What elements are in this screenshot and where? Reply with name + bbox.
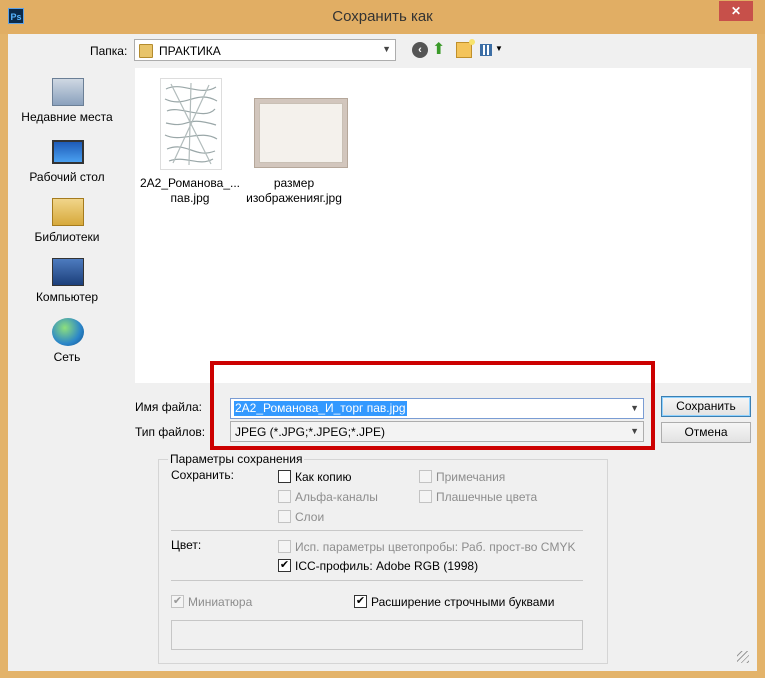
notes-label: Примечания (436, 470, 506, 484)
place-label: Недавние места (21, 110, 113, 124)
spot-colors-checkbox[interactable] (419, 490, 432, 503)
filetype-label: Тип файлов: (135, 425, 206, 439)
alpha-channels-label: Альфа-каналы (295, 490, 378, 504)
color-label: Цвет: (171, 538, 202, 552)
thumbnail-checkbox[interactable]: ✔ (171, 595, 184, 608)
warning-message-box (171, 620, 583, 650)
place-label: Сеть (53, 350, 81, 364)
place-label: Рабочий стол (29, 170, 105, 184)
thumbnail-label: Миниатюра (188, 595, 253, 609)
proof-setup-checkbox[interactable] (278, 540, 291, 553)
annotation-highlight-box (210, 361, 655, 450)
spot-colors-label: Плашечные цвета (436, 490, 538, 504)
resize-grip-icon[interactable] (737, 651, 749, 663)
folder-value: ПРАКТИКА (159, 44, 221, 58)
divider (171, 580, 583, 581)
dialog-body: Папка: ПРАКТИКА ▼ ‹ ⬆ ▼ Недавние места Р… (8, 34, 757, 671)
computer-icon (52, 258, 84, 286)
file-item[interactable]: размер изображенияг.jpg (239, 68, 349, 208)
up-folder-button[interactable]: ⬆ (432, 42, 448, 58)
lowercase-extension-label: Расширение строчными буквами (371, 595, 555, 609)
place-libraries[interactable]: Библиотеки (8, 192, 126, 248)
place-label: Компьютер (35, 290, 99, 304)
network-icon (52, 318, 84, 346)
save-button[interactable]: Сохранить (661, 396, 751, 417)
recent-places-icon (52, 78, 84, 106)
proof-setup-label: Исп. параметры цветопробы: Раб. прост-во… (295, 540, 576, 554)
folder-select[interactable]: ПРАКТИКА ▼ (134, 39, 396, 61)
alpha-channels-checkbox[interactable] (278, 490, 291, 503)
icc-profile-checkbox[interactable]: ✔ (278, 559, 291, 572)
save-options-title: Параметры сохранения (168, 452, 305, 466)
file-name: 2А2_Романова_... пав.jpg (140, 176, 240, 205)
title-bar: Ps Сохранить как ✕ (0, 0, 765, 34)
lowercase-extension-checkbox[interactable]: ✔ (354, 595, 367, 608)
file-item[interactable]: 2А2_Романова_... пав.jpg (135, 68, 245, 208)
layers-label: Слои (295, 510, 325, 524)
save-as-dialog: Ps Сохранить как ✕ Папка: ПРАКТИКА ▼ ‹ ⬆… (0, 0, 765, 678)
filename-label: Имя файла: (135, 400, 202, 414)
libraries-icon (52, 198, 84, 226)
place-desktop[interactable]: Рабочий стол (8, 132, 126, 188)
view-menu-button[interactable]: ▼ (480, 42, 504, 58)
folder-label: Папка: (90, 44, 128, 58)
chevron-down-icon: ▼ (495, 44, 503, 53)
places-bar: Недавние места Рабочий стол Библиотеки К… (8, 68, 126, 440)
place-computer[interactable]: Компьютер (8, 252, 126, 308)
place-network[interactable]: Сеть (8, 312, 126, 368)
place-recent[interactable]: Недавние места (8, 72, 126, 128)
desktop-icon (52, 140, 84, 164)
icc-profile-label: ICC-профиль: Adobe RGB (1998) (295, 559, 479, 573)
as-copy-label: Как копию (295, 470, 352, 484)
save-label: Сохранить: (171, 468, 234, 482)
back-button[interactable]: ‹ (412, 42, 428, 58)
divider (171, 530, 583, 531)
as-copy-checkbox[interactable] (278, 470, 291, 483)
dialog-title: Сохранить как (332, 8, 433, 25)
file-list[interactable]: 2А2_Романова_... пав.jpg размер изображе… (135, 68, 751, 383)
cancel-button[interactable]: Отмена (661, 422, 751, 443)
view-grid-icon (480, 44, 492, 56)
folder-icon (139, 44, 153, 58)
layers-checkbox[interactable] (278, 510, 291, 523)
place-label: Библиотеки (34, 230, 100, 244)
chevron-down-icon: ▼ (382, 44, 391, 54)
notes-checkbox[interactable] (419, 470, 432, 483)
file-name: размер изображенияг.jpg (246, 176, 342, 205)
close-button[interactable]: ✕ (719, 1, 753, 21)
file-thumbnail (254, 98, 348, 168)
new-folder-button[interactable] (456, 39, 475, 58)
file-thumbnail (160, 78, 222, 170)
